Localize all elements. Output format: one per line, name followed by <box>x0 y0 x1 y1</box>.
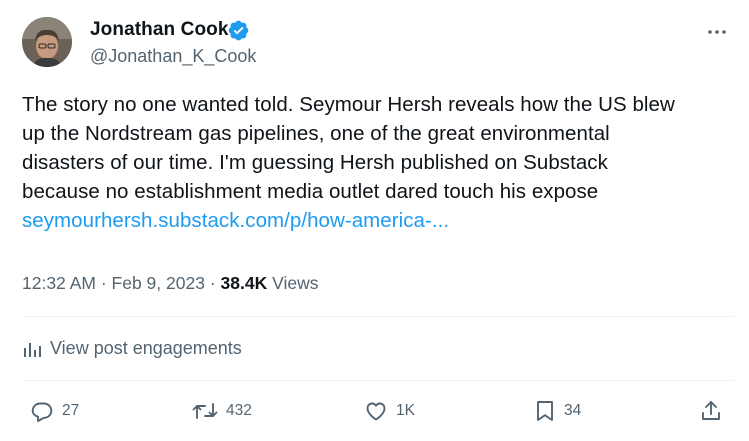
repost-button[interactable]: 432 <box>192 399 252 423</box>
bookmark-icon <box>537 401 553 421</box>
reply-icon <box>31 402 53 422</box>
reply-button[interactable]: 27 <box>30 399 79 423</box>
share-button[interactable] <box>700 399 730 423</box>
bookmark-count: 34 <box>564 402 582 419</box>
view-engagements-button[interactable]: View post engagements <box>22 338 242 359</box>
repost-count: 432 <box>226 402 252 419</box>
tweet-link[interactable]: seymourhersh.substack.com/p/how-america-… <box>22 206 734 235</box>
author-handle[interactable]: @Jonathan_K_Cook <box>90 46 256 67</box>
meta-separator: · <box>100 273 107 293</box>
tweet-text-line: disasters of our time. I'm guessing Hers… <box>22 151 608 174</box>
reply-count: 27 <box>62 402 80 419</box>
like-icon <box>366 402 386 421</box>
author-name[interactable]: Jonathan Cook <box>90 19 229 41</box>
divider <box>22 380 734 381</box>
like-button[interactable]: 1K <box>364 399 415 423</box>
verified-badge-icon <box>228 20 249 41</box>
tweet-text-line: up the Nordstream gas pipelines, one of … <box>22 122 610 145</box>
analytics-icon <box>24 342 41 357</box>
tweet-meta: 12:32 AM · Feb 9, 2023 · 38.4K Views <box>22 273 318 294</box>
divider <box>22 316 734 317</box>
meta-separator: · <box>209 273 216 293</box>
more-button[interactable] <box>704 22 730 42</box>
repost-icon <box>192 403 218 419</box>
views-count: 38.4K <box>220 273 268 293</box>
tweet-text: The story no one wanted told. Seymour He… <box>22 90 734 235</box>
like-count: 1K <box>396 402 415 419</box>
tweet-text-line: The story no one wanted told. Seymour He… <box>22 93 675 116</box>
bookmark-button[interactable]: 34 <box>534 399 581 423</box>
avatar[interactable] <box>22 17 72 67</box>
tweet-date[interactable]: Feb 9, 2023 <box>112 273 205 293</box>
tweet-time[interactable]: 12:32 AM <box>22 273 96 293</box>
views-label: Views <box>272 273 319 293</box>
share-icon <box>702 401 720 420</box>
view-engagements-label: View post engagements <box>50 338 242 358</box>
avatar-image <box>22 17 72 67</box>
tweet-text-line: because no establishment media outlet da… <box>22 180 599 203</box>
more-icon <box>708 30 726 34</box>
